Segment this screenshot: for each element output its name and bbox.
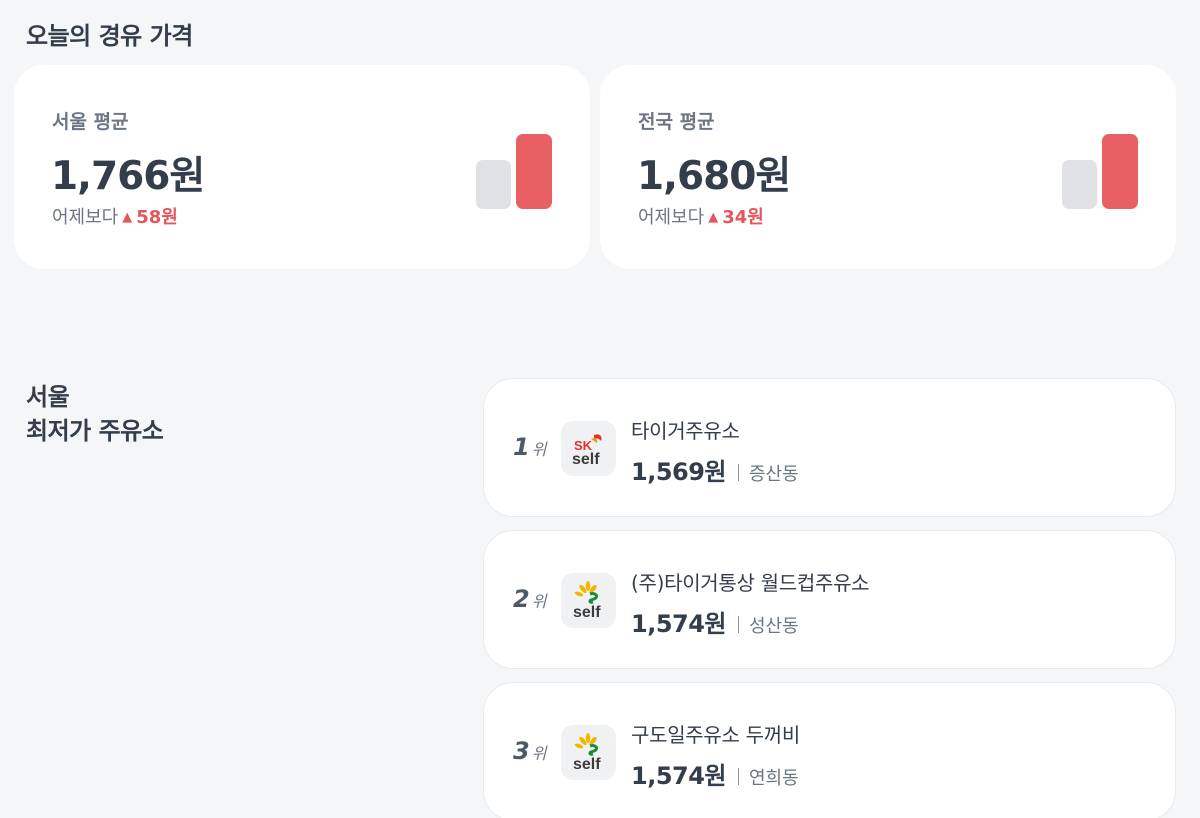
svg-text:self: self xyxy=(573,604,601,621)
station-name: 타이거주유소 xyxy=(631,419,740,443)
price-change: 어제보다 ▲ 58원 xyxy=(52,203,178,229)
station-area: 연희동 xyxy=(749,768,799,789)
station-name: (주)타이거통상 월드컵주유소 xyxy=(631,571,870,595)
svg-text:self: self xyxy=(572,451,600,468)
rank: 3위 xyxy=(513,737,546,765)
change-prefix: 어제보다 xyxy=(638,207,705,228)
rank-unit: 위 xyxy=(531,440,547,459)
station-meta: 1,569원 증산동 xyxy=(631,452,799,487)
change-value: 58원 xyxy=(136,207,178,228)
seoul-average-card[interactable]: 서울 평균 1,766원 어제보다 ▲ 58원 xyxy=(14,65,590,269)
station-card[interactable]: 2위 self (주)타이거통상 월드컵주유소 1,574원 성산동 xyxy=(483,530,1176,669)
national-average-card[interactable]: 전국 평균 1,680원 어제보다 ▲ 34원 xyxy=(600,65,1176,269)
up-triangle-icon: ▲ xyxy=(122,210,133,225)
s-oil-self-logo-icon: self xyxy=(561,725,616,780)
station-card[interactable]: 1위 SK self 타이거주유소 1,569원 증산동 xyxy=(483,378,1176,517)
today-bar-icon xyxy=(1102,134,1138,209)
change-prefix: 어제보다 xyxy=(52,207,119,228)
page-title: 오늘의 경유 가격 xyxy=(26,22,193,50)
yesterday-bar-icon xyxy=(476,160,511,209)
station-area: 성산동 xyxy=(749,616,799,637)
rank-unit: 위 xyxy=(531,592,547,611)
station-meta: 1,574원 연희동 xyxy=(631,756,799,791)
station-price: 1,574원 xyxy=(631,610,727,638)
divider xyxy=(738,464,739,481)
divider xyxy=(738,616,739,633)
rank-unit: 위 xyxy=(531,744,547,763)
cheapest-section-title: 서울 최저가 주유소 xyxy=(26,380,164,448)
cheapest-label: 최저가 주유소 xyxy=(26,417,164,445)
svg-text:self: self xyxy=(573,756,601,773)
yesterday-bar-icon xyxy=(1062,160,1097,209)
average-label: 서울 평균 xyxy=(52,111,129,133)
rank-number: 2 xyxy=(513,585,530,613)
sk-self-logo-icon: SK self xyxy=(561,421,616,476)
station-card[interactable]: 3위 self 구도일주유소 두꺼비 1,574원 연희동 xyxy=(483,682,1176,818)
station-name: 구도일주유소 두꺼비 xyxy=(631,723,800,747)
divider xyxy=(738,768,739,785)
up-triangle-icon: ▲ xyxy=(708,210,719,225)
average-price: 1,680원 xyxy=(637,154,791,199)
rank-number: 1 xyxy=(513,433,530,461)
price-change: 어제보다 ▲ 34원 xyxy=(638,203,764,229)
rank: 2위 xyxy=(513,585,546,613)
rank-number: 3 xyxy=(513,737,530,765)
station-meta: 1,574원 성산동 xyxy=(631,604,799,639)
region-label: 서울 xyxy=(26,383,70,411)
s-oil-self-logo-icon: self xyxy=(561,573,616,628)
station-price: 1,574원 xyxy=(631,762,727,790)
station-price: 1,569원 xyxy=(631,458,727,486)
page: 오늘의 경유 가격 서울 평균 1,766원 어제보다 ▲ 58원 전국 평균 1,… xyxy=(0,0,1200,818)
today-bar-icon xyxy=(516,134,552,209)
rank: 1위 xyxy=(513,433,546,461)
average-label: 전국 평균 xyxy=(638,111,715,133)
average-price: 1,766원 xyxy=(51,154,205,199)
change-value: 34원 xyxy=(722,207,764,228)
station-area: 증산동 xyxy=(749,464,799,485)
